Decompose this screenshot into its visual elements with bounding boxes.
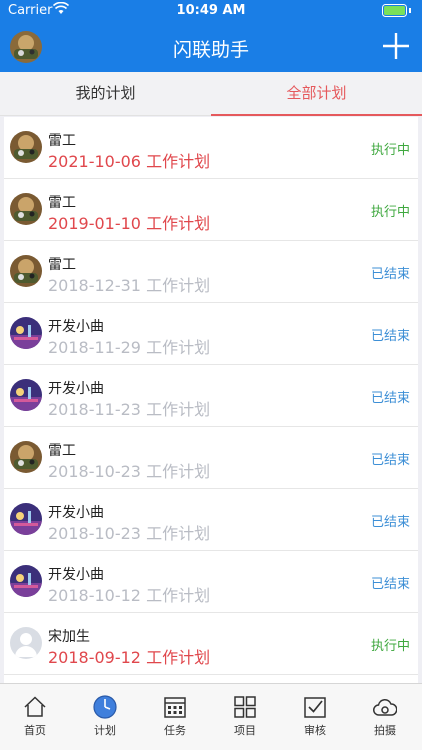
plan-owner-name: 宋加生 [48, 629, 90, 645]
plan-date: 2018-11-23 [48, 400, 141, 419]
avatar-photo-2-icon [10, 379, 42, 411]
plan-date: 2018-12-31 [48, 276, 141, 295]
plan-type: 工作计划 [146, 152, 211, 171]
plan-row[interactable]: 宋加生 2018-09-12 工作计划 执行中 [4, 613, 418, 675]
plan-list: 雷工 2021-10-06 工作计划 执行中 雷工 2019-01-10 工作计划 执行中… [4, 117, 418, 683]
avatar-photo-2-icon [10, 503, 42, 535]
plan-title: 2018-11-29 工作计划 [48, 334, 210, 358]
plan-row[interactable]: 雷工 2018-10-23 工作计划 已结束 [4, 427, 418, 489]
tabbar-label-capture: 拍摄 [374, 724, 396, 737]
battery-icon [382, 4, 411, 17]
plan-status-badge: 已结束 [370, 329, 410, 344]
tabbar-item-home[interactable]: 首页 [0, 684, 70, 750]
plan-owner-name: 雷工 [48, 195, 76, 211]
avatar-photo-1-icon [10, 441, 42, 473]
plan-status-badge: 已结束 [370, 577, 410, 592]
clock-icon [93, 695, 117, 719]
plan-date: 2018-10-12 [48, 586, 141, 605]
plan-owner-name: 雷工 [48, 257, 76, 273]
plan-owner-name: 开发小曲 [48, 505, 104, 521]
plan-status-badge: 已结束 [370, 453, 410, 468]
camera-icon [373, 698, 397, 716]
tabbar-label-plan: 计划 [94, 724, 116, 737]
plan-status-badge: 执行中 [370, 205, 410, 220]
avatar-default-icon [10, 627, 42, 659]
plan-type: 工作计划 [146, 586, 211, 605]
avatar-photo-2-icon [10, 565, 42, 597]
plan-status-badge: 已结束 [370, 515, 410, 530]
tabbar-label-home: 首页 [24, 724, 46, 737]
home-icon [24, 696, 46, 717]
plan-owner-name: 雷工 [48, 443, 76, 459]
tabbar-label-task: 任务 [164, 724, 186, 737]
plan-status-badge: 已结束 [370, 391, 410, 406]
plan-owner-name: 开发小曲 [48, 567, 104, 583]
plan-type: 工作计划 [146, 648, 211, 667]
status-bar: Carrier 10:49 AM [0, 0, 422, 22]
tabbar-item-plan[interactable]: 计划 [70, 684, 140, 750]
plan-row[interactable]: 开发小曲 2018-11-29 工作计划 已结束 [4, 303, 418, 365]
plan-title: 2018-10-12 工作计划 [48, 582, 210, 606]
plan-date: 2019-01-10 [48, 214, 141, 233]
tabbar-label-review: 审核 [304, 724, 326, 737]
plan-title: 2018-09-12 工作计划 [48, 644, 210, 668]
plan-owner-name: 开发小曲 [48, 319, 104, 335]
tabbar-item-capture[interactable]: 拍摄 [350, 684, 420, 750]
avatar-photo-2-icon [10, 317, 42, 349]
grid-icon [234, 696, 256, 718]
plan-date: 2018-10-23 [48, 524, 141, 543]
tab-my-plans[interactable]: 我的计划 [0, 72, 211, 116]
plan-type: 工作计划 [146, 214, 211, 233]
avatar-photo-1-icon [10, 255, 42, 287]
tab-all-plans[interactable]: 全部计划 [211, 72, 422, 116]
add-plan-icon[interactable] [382, 32, 410, 60]
plan-title: 2019-01-10 工作计划 [48, 210, 210, 234]
plan-date: 2021-10-06 [48, 152, 141, 171]
plan-date: 2018-11-29 [48, 338, 141, 357]
tabbar-item-review[interactable]: 审核 [280, 684, 350, 750]
avatar-photo-1-icon [10, 131, 42, 163]
plan-row[interactable]: 雷工 2021-10-06 工作计划 执行中 [4, 117, 418, 179]
plan-owner-name: 雷工 [48, 133, 76, 149]
clock-label: 10:49 AM [176, 3, 246, 18]
plan-row[interactable]: 开发小曲 2018-11-23 工作计划 已结束 [4, 365, 418, 427]
plan-title: 2018-10-23 工作计划 [48, 458, 210, 482]
plan-row[interactable]: 开发小曲 2018-10-12 工作计划 已结束 [4, 551, 418, 613]
plan-row[interactable]: 雷工 2019-01-10 工作计划 执行中 [4, 179, 418, 241]
plan-type: 工作计划 [146, 276, 211, 295]
plan-title: 2018-11-23 工作计划 [48, 396, 210, 420]
plan-type: 工作计划 [146, 462, 211, 481]
plan-row[interactable]: 开发小曲 2018-10-23 工作计划 已结束 [4, 489, 418, 551]
plan-date: 2018-09-12 [48, 648, 141, 667]
plan-title: 2018-12-31 工作计划 [48, 272, 210, 296]
plan-type: 工作计划 [146, 338, 211, 357]
tabbar-item-project[interactable]: 项目 [210, 684, 280, 750]
checkbox-icon [304, 697, 326, 718]
plan-title: 2021-10-06 工作计划 [48, 148, 210, 172]
nav-bar: 闪联助手 [0, 22, 422, 72]
plan-tabs: 我的计划 全部计划 [0, 72, 422, 116]
plan-status-badge: 已结束 [370, 267, 410, 282]
plan-owner-name: 开发小曲 [48, 381, 104, 397]
plan-status-badge: 执行中 [370, 639, 410, 654]
plan-title: 2018-10-23 工作计划 [48, 520, 210, 544]
plan-status-badge: 执行中 [370, 143, 410, 158]
page-title: 闪联助手 [172, 39, 249, 61]
plan-row[interactable]: 雷工 2018-12-31 工作计划 已结束 [4, 241, 418, 303]
plan-type: 工作计划 [146, 400, 211, 419]
avatar-photo-1-icon [10, 193, 42, 225]
plan-date: 2018-10-23 [48, 462, 141, 481]
tabbar-item-task[interactable]: 任务 [140, 684, 210, 750]
bottom-tab-bar: 首页 计划 任务 项目 审核 拍摄 [0, 683, 422, 750]
calendar-icon [164, 697, 186, 718]
tabbar-label-project: 项目 [234, 724, 256, 737]
plan-type: 工作计划 [146, 524, 211, 543]
